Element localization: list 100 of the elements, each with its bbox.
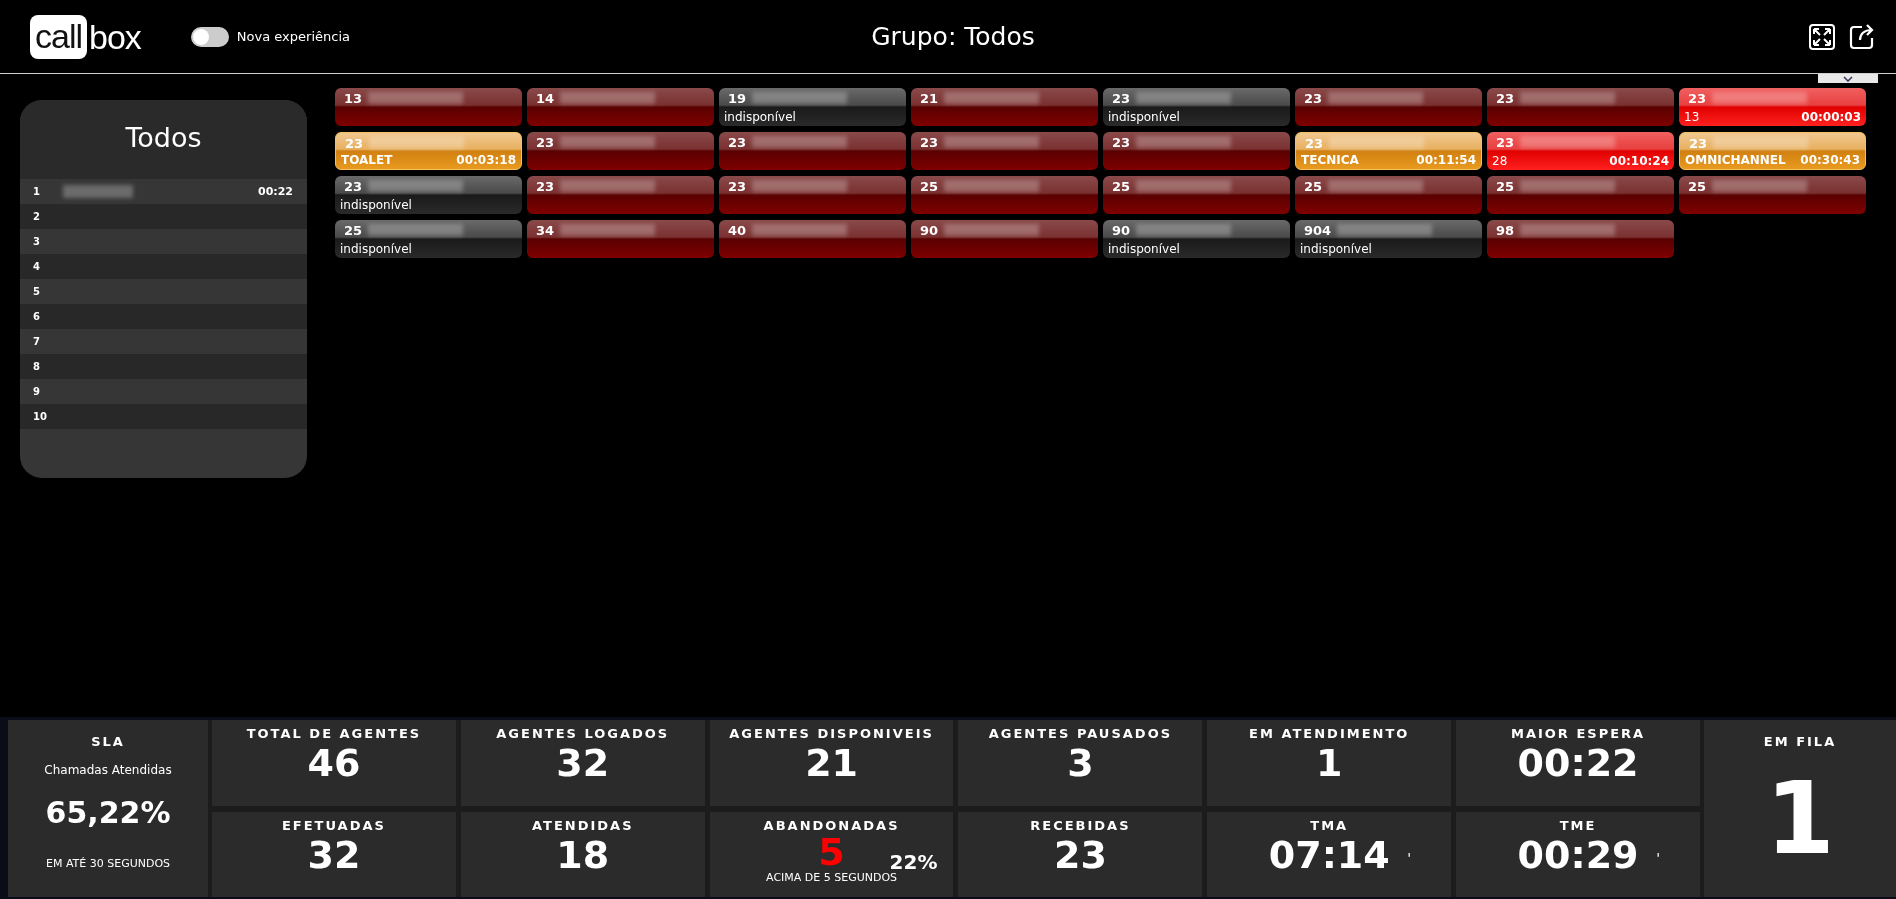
agent-tile[interactable]: 23 13 00:00:03 [1679,88,1866,126]
agent-extension: 904 [1304,222,1332,238]
agent-status: indisponível [724,110,796,124]
agent-status: TOALET [341,153,393,167]
stat-label: TME [1559,817,1597,833]
stat-label: EM ATENDIMENTO [1249,726,1410,741]
agent-status: 13 [1684,110,1700,124]
agent-tile[interactable]: 23 [1487,88,1674,126]
agent-tile[interactable]: 19 indisponível [719,88,906,126]
status-timer: 00:11:54 [1416,153,1476,167]
sla-caption: Chamadas Atendidas [44,763,172,777]
agent-extension: 13 [344,90,363,106]
queue-position: 1 [33,186,41,197]
queue-position: 9 [33,386,41,397]
status-timer: 00:30:43 [1800,153,1860,167]
stat-mark: ' [1407,849,1412,866]
agent-extension: 25 [1496,178,1515,194]
panel-title: Todos [20,100,307,179]
agent-tile[interactable]: 23 [527,132,714,170]
status-timer: 00:10:24 [1609,154,1669,168]
agent-tile[interactable]: 25 indisponível [335,220,522,258]
agent-tile[interactable]: 34 [527,220,714,258]
agent-tile[interactable]: 25 [1487,176,1674,214]
agent-extension: 34 [536,222,555,238]
stat-label: AGENTES PAUSADOS [988,726,1173,741]
stat-value: 1 [1316,741,1343,785]
agent-extension: 23 [920,134,939,150]
agent-tile[interactable]: 23 [911,132,1098,170]
agent-status: TECNICA [1301,153,1359,167]
agent-extension: 23 [536,178,555,194]
stat-value: 23 [1053,832,1107,877]
logo-text: box [89,18,141,55]
agent-tile[interactable]: 25 [1103,176,1290,214]
stat-value: 3 [1067,741,1094,785]
agent-extension: 23 [1112,134,1131,150]
agent-extension: 19 [728,90,747,106]
queue-position: 6 [33,311,41,322]
agent-tile[interactable]: 25 [1295,176,1482,214]
stat-value: 46 [307,741,361,785]
agent-tile[interactable]: 23 indisponível [335,176,522,214]
agent-tile[interactable]: 23 [719,176,906,214]
stat-value: 32 [307,832,361,877]
agent-tile[interactable]: 23 [1295,88,1482,126]
status-timer: 00:00:03 [1801,110,1861,124]
queue-position: 8 [33,361,41,372]
stat-value: 00:29 [1517,832,1639,877]
stat-label: EM FILA [1763,734,1837,749]
stat-label: AGENTES LOGADOS [496,726,670,741]
agent-extension: 98 [1496,222,1515,238]
agent-extension: 23 [1112,90,1131,106]
stat-label: TMA [1310,817,1349,833]
agent-extension: 23 [728,134,747,150]
agent-tile[interactable]: 23 [719,132,906,170]
agent-tile[interactable]: 23 [527,176,714,214]
agent-extension: 23 [1496,90,1515,106]
agent-status: indisponível [1108,110,1180,124]
agent-tile[interactable]: 90 indisponível [1103,220,1290,258]
stat-value: 00:22 [1517,741,1639,785]
agent-extension: 90 [920,222,939,238]
agent-status: indisponível [1300,242,1372,256]
agent-tile[interactable]: 23 28 00:10:24 [1487,132,1674,170]
sla-note: EM ATÉ 30 SEGUNDOS [45,857,171,870]
agent-tile[interactable]: 13 [335,88,522,126]
agent-extension: 25 [344,222,363,238]
queue-position: 2 [33,211,41,222]
agent-tile[interactable]: 25 [911,176,1098,214]
agent-extension: 23 [344,178,363,194]
stat-label: TOTAL DE AGENTES [246,726,422,741]
agent-extension: 23 [1305,135,1324,151]
agent-extension: 40 [728,222,747,238]
agent-extension: 23 [345,135,364,151]
share-icon[interactable] [1848,22,1876,51]
queue-position: 4 [33,261,41,272]
agent-tile[interactable]: 90 [911,220,1098,258]
agent-extension: 23 [1496,134,1515,150]
agent-extension: 23 [1689,135,1708,151]
stat-label: ATENDIDAS [531,817,634,833]
stat-value: 21 [805,741,858,785]
stat-label: AGENTES DISPONIVEIS [729,726,934,741]
status-timer: 00:03:18 [456,153,516,167]
agent-tile[interactable]: 904 indisponível [1295,220,1482,258]
agent-status: OMNICHANNEL [1685,153,1786,167]
agent-tile[interactable]: 23 indisponível [1103,88,1290,126]
stat-value: 5 [818,832,845,871]
agent-tile[interactable]: 21 [911,88,1098,126]
toggle-label: Nova experiência [236,29,350,44]
agent-tile[interactable]: 98 [1487,220,1674,258]
agent-tile[interactable]: 14 [527,88,714,126]
agent-tile[interactable]: 23 [1103,132,1290,170]
stat-mark: ' [1656,849,1660,866]
collapse-button[interactable] [1818,74,1878,83]
agent-extension: 25 [1688,178,1707,194]
agent-tile[interactable]: 25 [1679,176,1866,214]
logo-mark: call [30,14,88,59]
queue-position: 7 [33,336,41,347]
agent-tile[interactable]: 40 [719,220,906,258]
toggle-switch[interactable] [190,26,229,47]
fullscreen-icon[interactable] [1808,22,1836,51]
agent-extension: 25 [920,178,939,194]
stat-label: EFETUADAS [281,817,386,833]
